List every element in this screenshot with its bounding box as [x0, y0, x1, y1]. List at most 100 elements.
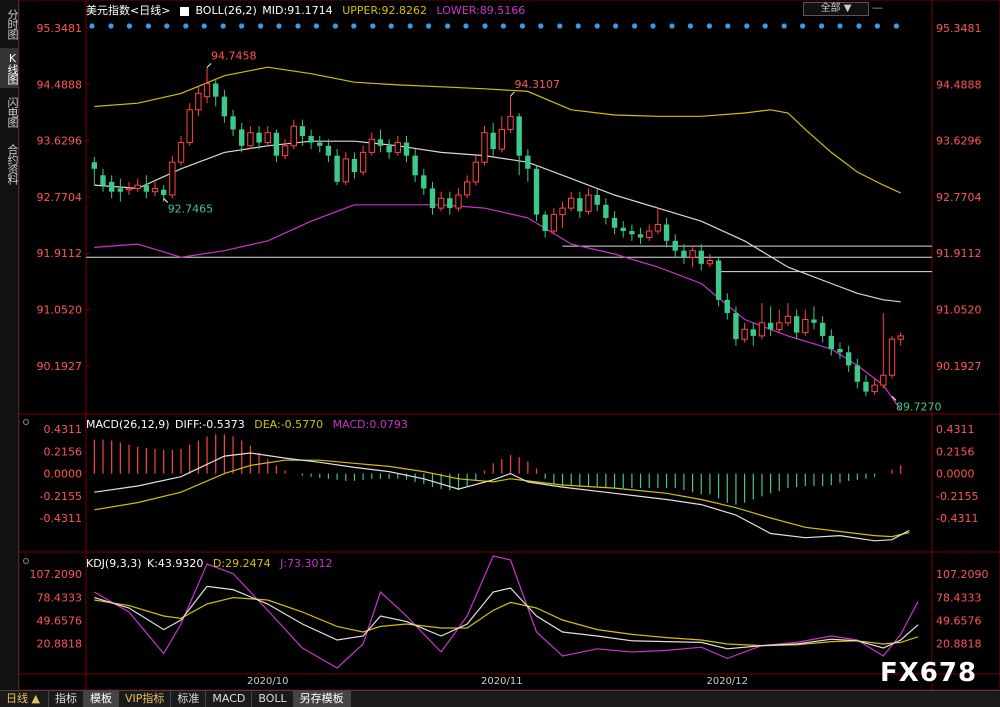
- candle-body: [463, 181, 471, 196]
- bottom-tab-6[interactable]: BOLL: [252, 691, 294, 707]
- candle-body: [828, 335, 834, 350]
- full-range-dropdown[interactable]: 全部 ▼: [803, 2, 869, 16]
- tab-flash[interactable]: 闪电图: [0, 92, 19, 132]
- candle-body: [629, 231, 635, 235]
- candle-body: [793, 316, 800, 333]
- candle-body: [247, 132, 254, 147]
- event-dot: [482, 23, 488, 29]
- candle-body: [871, 384, 878, 393]
- boll-mid-line: [94, 140, 901, 303]
- event-dot: [183, 23, 189, 29]
- bottom-tab-4[interactable]: 标准: [171, 691, 207, 707]
- price-annotation: 92.7465: [168, 202, 214, 215]
- candle-body: [143, 185, 150, 192]
- event-dot: [800, 23, 806, 29]
- boll-icon[interactable]: [179, 6, 189, 16]
- bottom-toolbar: 日线 ▲ 指标 模板 VIP指标 标准 MACD BOLL 另存模板: [0, 690, 1000, 707]
- annotation-arrow: [206, 63, 212, 68]
- event-dot: [762, 23, 768, 29]
- bottom-tab-1[interactable]: 指标: [49, 691, 84, 707]
- event-dot: [687, 23, 694, 29]
- event-dot: [538, 23, 544, 29]
- y-tick-left: 91.9112: [37, 247, 83, 260]
- candle-body: [125, 187, 133, 191]
- event-dot: [874, 23, 881, 29]
- macd-legend-dea: DEA:-0.5770: [254, 418, 324, 431]
- nav-line[interactable]: —: [872, 1, 883, 14]
- price-annotation: 89.7270: [896, 400, 942, 413]
- event-dot: [463, 23, 469, 29]
- macd-y-tick-left: 0.2156: [44, 445, 83, 458]
- candle-body: [837, 349, 843, 353]
- candle-body: [620, 227, 626, 232]
- outer-frame: [18, 0, 1000, 690]
- candle-body: [386, 145, 392, 153]
- candle-body: [863, 381, 869, 392]
- candle-body: [654, 223, 662, 232]
- candle-body: [195, 92, 202, 111]
- candle-body: [437, 197, 445, 209]
- tab-contract-info[interactable]: 合约资料: [0, 136, 19, 192]
- candle-body: [308, 135, 314, 143]
- kdj-legend: KDJ(9,3,3) K:43.9320 D:29.2474 J:73.3012: [86, 557, 339, 570]
- candle-body: [784, 315, 792, 324]
- candle-body: [213, 83, 219, 97]
- event-dot: [893, 23, 900, 29]
- kdj-legend-d: D:29.2474: [212, 557, 271, 570]
- candle-body: [637, 234, 644, 238]
- event-dot: [295, 23, 301, 29]
- event-dot: [201, 23, 207, 29]
- event-dot: [126, 23, 132, 29]
- event-dot: [332, 23, 338, 29]
- candle-body: [811, 319, 817, 323]
- candle-body: [698, 250, 704, 264]
- candle-body: [689, 250, 696, 258]
- candle-body: [342, 158, 349, 183]
- legend-boll: BOLL(26,2): [195, 4, 257, 17]
- macd-y-tick-left: 0.4311: [44, 423, 83, 436]
- candle-body: [290, 125, 297, 147]
- tab-timeshare[interactable]: 分时图: [0, 4, 19, 44]
- candle-body: [767, 322, 774, 330]
- candle-body: [819, 322, 826, 336]
- macd-y-tick-right: -0.2155: [936, 490, 978, 503]
- bottom-tab-5[interactable]: MACD: [206, 691, 253, 707]
- candle-body: [377, 139, 384, 146]
- kdj-k-line: [94, 585, 919, 650]
- main-legend: 美元指数<日线> BOLL(26,2) MID:91.1714 UPPER:92…: [86, 2, 531, 18]
- bottom-tab-0[interactable]: 日线 ▲: [0, 691, 49, 707]
- candle-body: [299, 126, 306, 136]
- kdj-legend-k: K:43.9320: [147, 557, 204, 570]
- candle-body: [256, 132, 262, 143]
- candle-body: [134, 184, 141, 189]
- candle-body: [568, 197, 575, 209]
- tab-kline[interactable]: K线图: [0, 48, 19, 88]
- candle-body: [281, 145, 289, 157]
- candle-body: [429, 188, 436, 209]
- candle-body: [663, 224, 670, 241]
- macd-y-tick-left: 0.0000: [44, 468, 83, 481]
- candle-body: [117, 188, 124, 192]
- y-tick-right: 93.6296: [936, 135, 982, 148]
- macd-legend-macd: MACD:0.0793: [332, 418, 408, 431]
- bottom-tab-2[interactable]: 模板: [84, 691, 119, 707]
- kdj-y-tick-right: 20.8818: [936, 637, 982, 650]
- y-tick-left: 95.3481: [37, 22, 83, 35]
- candle-body: [533, 168, 540, 215]
- candle-body: [351, 158, 358, 173]
- y-tick-left: 90.1927: [37, 360, 83, 373]
- event-dot: [613, 23, 619, 29]
- candle-body: [325, 145, 332, 156]
- event-dot: [650, 23, 656, 29]
- event-dot: [781, 23, 787, 29]
- candle-body: [264, 132, 271, 144]
- chart-canvas: 95.3481 95.3481 94.4888 94.4888 93.6296 93.62…: [18, 0, 1000, 690]
- candle-body: [724, 299, 730, 313]
- bottom-tab-7[interactable]: 另存模板: [293, 691, 351, 707]
- candle-body: [507, 115, 514, 130]
- event-dot: [744, 23, 750, 29]
- kdj-legend-j: J:73.3012: [280, 557, 333, 570]
- candle-body: [646, 230, 653, 239]
- macd-legend-diff: DIFF:-0.5373: [175, 418, 245, 431]
- bottom-tab-3[interactable]: VIP指标: [119, 691, 172, 707]
